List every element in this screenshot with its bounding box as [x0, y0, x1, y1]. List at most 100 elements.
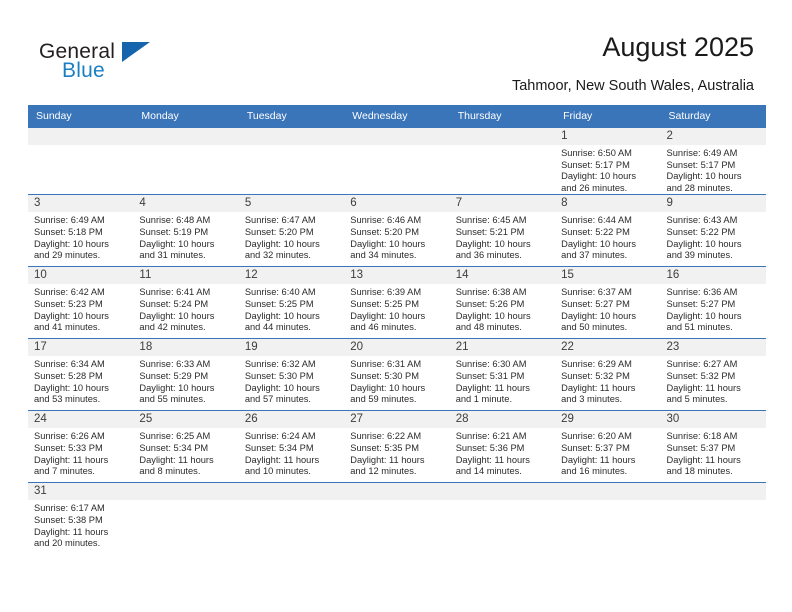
day-details: Sunrise: 6:45 AM Sunset: 5:21 PM Daylight:… [450, 212, 555, 261]
calendar-day-cell[interactable]: 13 Sunrise: 6:39 AM Sunset: 5:25 PM Dayligh… [344, 266, 450, 339]
daylight-text-cont: and 32 minutes. [244, 250, 311, 261]
calendar-empty-cell [238, 482, 345, 571]
daylight-text: Daylight: 10 hours [561, 310, 637, 321]
daylight-text-cont: and 53 minutes. [34, 394, 101, 405]
daylight-text-cont: and 31 minutes. [139, 250, 206, 261]
day-number [133, 483, 239, 501]
sunset-text: Sunset: 5:37 PM [561, 442, 630, 453]
daylight-text-cont: and 3 minutes. [561, 394, 623, 405]
calendar-day-cell[interactable]: 10 Sunrise: 6:42 AM Sunset: 5:23 PM Dayligh… [28, 266, 134, 339]
calendar-day-cell[interactable]: 9 Sunrise: 6:43 AM Sunset: 5:22 PM Daylight… [660, 194, 766, 267]
calendar-day-cell[interactable]: 4 Sunrise: 6:48 AM Sunset: 5:19 PM Daylight… [133, 194, 239, 267]
day-number: 21 [449, 339, 556, 357]
day-number: 6 [344, 195, 450, 213]
calendar-day-cell[interactable]: 7 Sunrise: 6:45 AM Sunset: 5:21 PM Daylight… [449, 194, 556, 267]
sunset-text: Sunset: 5:17 PM [561, 159, 630, 170]
calendar-day-cell[interactable]: 23 Sunrise: 6:27 AM Sunset: 5:32 PM Dayligh… [660, 338, 766, 411]
day-number: 11 [133, 267, 239, 285]
calendar-day-cell[interactable]: 20 Sunrise: 6:31 AM Sunset: 5:30 PM Dayligh… [344, 338, 450, 411]
sunrise-text: Sunrise: 6:26 AM [34, 431, 105, 442]
sunset-text: Sunset: 5:20 PM [350, 226, 419, 237]
day-number: 23 [660, 339, 766, 357]
daylight-text: Daylight: 11 hours [666, 454, 741, 465]
sunset-text: Sunset: 5:35 PM [350, 442, 419, 453]
calendar-day-cell[interactable]: 1 Sunrise: 6:50 AM Sunset: 5:17 PM Daylight… [555, 126, 661, 195]
sunrise-text: Sunrise: 6:34 AM [34, 359, 105, 370]
day-details: Sunrise: 6:34 AM Sunset: 5:28 PM Daylight:… [28, 356, 133, 405]
calendar-day-cell[interactable]: 2 Sunrise: 6:49 AM Sunset: 5:17 PM Daylight… [660, 126, 766, 195]
sunset-text: Sunset: 5:18 PM [34, 226, 103, 237]
calendar-body: 1 Sunrise: 6:50 AM Sunset: 5:17 PM Daylight… [28, 126, 766, 571]
page-subtitle: Tahmoor, New South Wales, Australia [511, 78, 754, 94]
calendar-empty-cell [449, 126, 556, 195]
calendar-day-cell[interactable]: 11 Sunrise: 6:41 AM Sunset: 5:24 PM Dayligh… [133, 266, 239, 339]
day-number: 27 [344, 411, 450, 429]
day-details: Sunrise: 6:40 AM Sunset: 5:25 PM Daylight:… [239, 284, 344, 333]
sunset-text: Sunset: 5:33 PM [34, 442, 103, 453]
calendar-day-cell[interactable]: 15 Sunrise: 6:37 AM Sunset: 5:27 PM Dayligh… [555, 266, 661, 339]
day-number: 2 [660, 128, 766, 145]
day-number [555, 483, 661, 501]
sunrise-sunset-calendar: Sunday Monday Tuesday Wednesday Thursday… [28, 105, 766, 571]
day-details: Sunrise: 6:20 AM Sunset: 5:37 PM Daylight:… [555, 428, 660, 477]
calendar-day-cell[interactable]: 28 Sunrise: 6:21 AM Sunset: 5:36 PM Dayligh… [449, 410, 556, 483]
calendar-day-cell[interactable]: 27 Sunrise: 6:22 AM Sunset: 5:35 PM Dayligh… [344, 410, 450, 483]
calendar-week-row: 24 Sunrise: 6:26 AM Sunset: 5:33 PM Dayligh… [28, 410, 766, 483]
calendar-day-cell[interactable]: 19 Sunrise: 6:32 AM Sunset: 5:30 PM Dayligh… [238, 338, 345, 411]
day-details: Sunrise: 6:44 AM Sunset: 5:22 PM Daylight:… [555, 212, 660, 261]
calendar-day-cell[interactable]: 21 Sunrise: 6:30 AM Sunset: 5:31 PM Dayligh… [449, 338, 556, 411]
calendar-day-cell[interactable]: 26 Sunrise: 6:24 AM Sunset: 5:34 PM Dayligh… [238, 410, 345, 483]
calendar-day-cell[interactable]: 5 Sunrise: 6:47 AM Sunset: 5:20 PM Daylight… [238, 194, 345, 267]
calendar-day-cell[interactable]: 16 Sunrise: 6:36 AM Sunset: 5:27 PM Dayligh… [660, 266, 766, 339]
daylight-text: Daylight: 10 hours [350, 310, 426, 321]
daylight-text: Daylight: 10 hours [139, 382, 215, 393]
calendar-day-cell[interactable]: 29 Sunrise: 6:20 AM Sunset: 5:37 PM Dayligh… [555, 410, 661, 483]
calendar-day-cell[interactable]: 3 Sunrise: 6:49 AM Sunset: 5:18 PM Daylight… [28, 194, 134, 267]
sunrise-text: Sunrise: 6:44 AM [561, 215, 632, 226]
calendar-empty-cell [344, 126, 450, 195]
calendar-day-cell[interactable]: 8 Sunrise: 6:44 AM Sunset: 5:22 PM Daylight… [555, 194, 661, 267]
calendar-day-cell[interactable]: 18 Sunrise: 6:33 AM Sunset: 5:29 PM Dayligh… [133, 338, 239, 411]
day-number [28, 128, 134, 145]
day-details: Sunrise: 6:47 AM Sunset: 5:20 PM Daylight:… [239, 212, 344, 261]
daylight-text: Daylight: 11 hours [34, 454, 109, 465]
calendar-day-cell[interactable]: 22 Sunrise: 6:29 AM Sunset: 5:32 PM Dayligh… [555, 338, 661, 411]
day-number: 3 [28, 195, 134, 213]
sunrise-text: Sunrise: 6:43 AM [666, 215, 738, 226]
day-details: Sunrise: 6:22 AM Sunset: 5:35 PM Daylight:… [344, 428, 449, 477]
day-details: Sunrise: 6:43 AM Sunset: 5:22 PM Daylight:… [661, 212, 766, 261]
calendar-day-cell[interactable]: 6 Sunrise: 6:46 AM Sunset: 5:20 PM Daylight… [344, 194, 450, 267]
page-title: August 2025 [602, 32, 754, 62]
day-details: Sunrise: 6:38 AM Sunset: 5:26 PM Daylight:… [450, 284, 555, 333]
daylight-text: Daylight: 11 hours [561, 382, 636, 393]
weekday-header-tuesday: Tuesday [238, 105, 345, 128]
sunset-text: Sunset: 5:19 PM [139, 226, 209, 237]
calendar-page: General Blue August 2025 Tahmoor, New So… [0, 0, 792, 612]
calendar-day-cell[interactable]: 31 Sunrise: 6:17 AM Sunset: 5:38 PM Dayligh… [28, 482, 134, 571]
general-blue-logo[interactable]: General Blue [39, 40, 189, 88]
day-number: 18 [133, 339, 239, 357]
daylight-text: Daylight: 10 hours [666, 310, 742, 321]
sunrise-text: Sunrise: 6:18 AM [666, 431, 738, 442]
calendar-day-cell[interactable]: 25 Sunrise: 6:25 AM Sunset: 5:34 PM Dayligh… [133, 410, 239, 483]
sunrise-text: Sunrise: 6:24 AM [244, 431, 316, 442]
day-number: 12 [238, 267, 345, 285]
day-number: 26 [238, 411, 345, 429]
calendar-day-cell[interactable]: 12 Sunrise: 6:40 AM Sunset: 5:25 PM Dayligh… [238, 266, 345, 339]
day-number: 7 [449, 195, 556, 213]
day-number [344, 128, 450, 145]
daylight-text-cont: and 10 minutes. [244, 466, 311, 477]
weekday-header-monday: Monday [133, 105, 239, 128]
weekday-header-sunday: Sunday [28, 105, 134, 128]
calendar-day-cell[interactable]: 30 Sunrise: 6:18 AM Sunset: 5:37 PM Dayligh… [660, 410, 766, 483]
sunset-text: Sunset: 5:22 PM [666, 226, 736, 237]
sunset-text: Sunset: 5:17 PM [666, 159, 736, 170]
calendar-week-row: 17 Sunrise: 6:34 AM Sunset: 5:28 PM Dayligh… [28, 338, 766, 411]
calendar-day-cell[interactable]: 14 Sunrise: 6:38 AM Sunset: 5:26 PM Dayligh… [449, 266, 556, 339]
day-details: Sunrise: 6:49 AM Sunset: 5:18 PM Daylight:… [28, 212, 133, 261]
weekday-header-row: Sunday Monday Tuesday Wednesday Thursday… [28, 105, 766, 128]
sunrise-text: Sunrise: 6:38 AM [455, 287, 527, 298]
calendar-day-cell[interactable]: 17 Sunrise: 6:34 AM Sunset: 5:28 PM Dayligh… [28, 338, 134, 411]
calendar-day-cell[interactable]: 24 Sunrise: 6:26 AM Sunset: 5:33 PM Dayligh… [28, 410, 134, 483]
sunrise-text: Sunrise: 6:42 AM [34, 287, 105, 298]
